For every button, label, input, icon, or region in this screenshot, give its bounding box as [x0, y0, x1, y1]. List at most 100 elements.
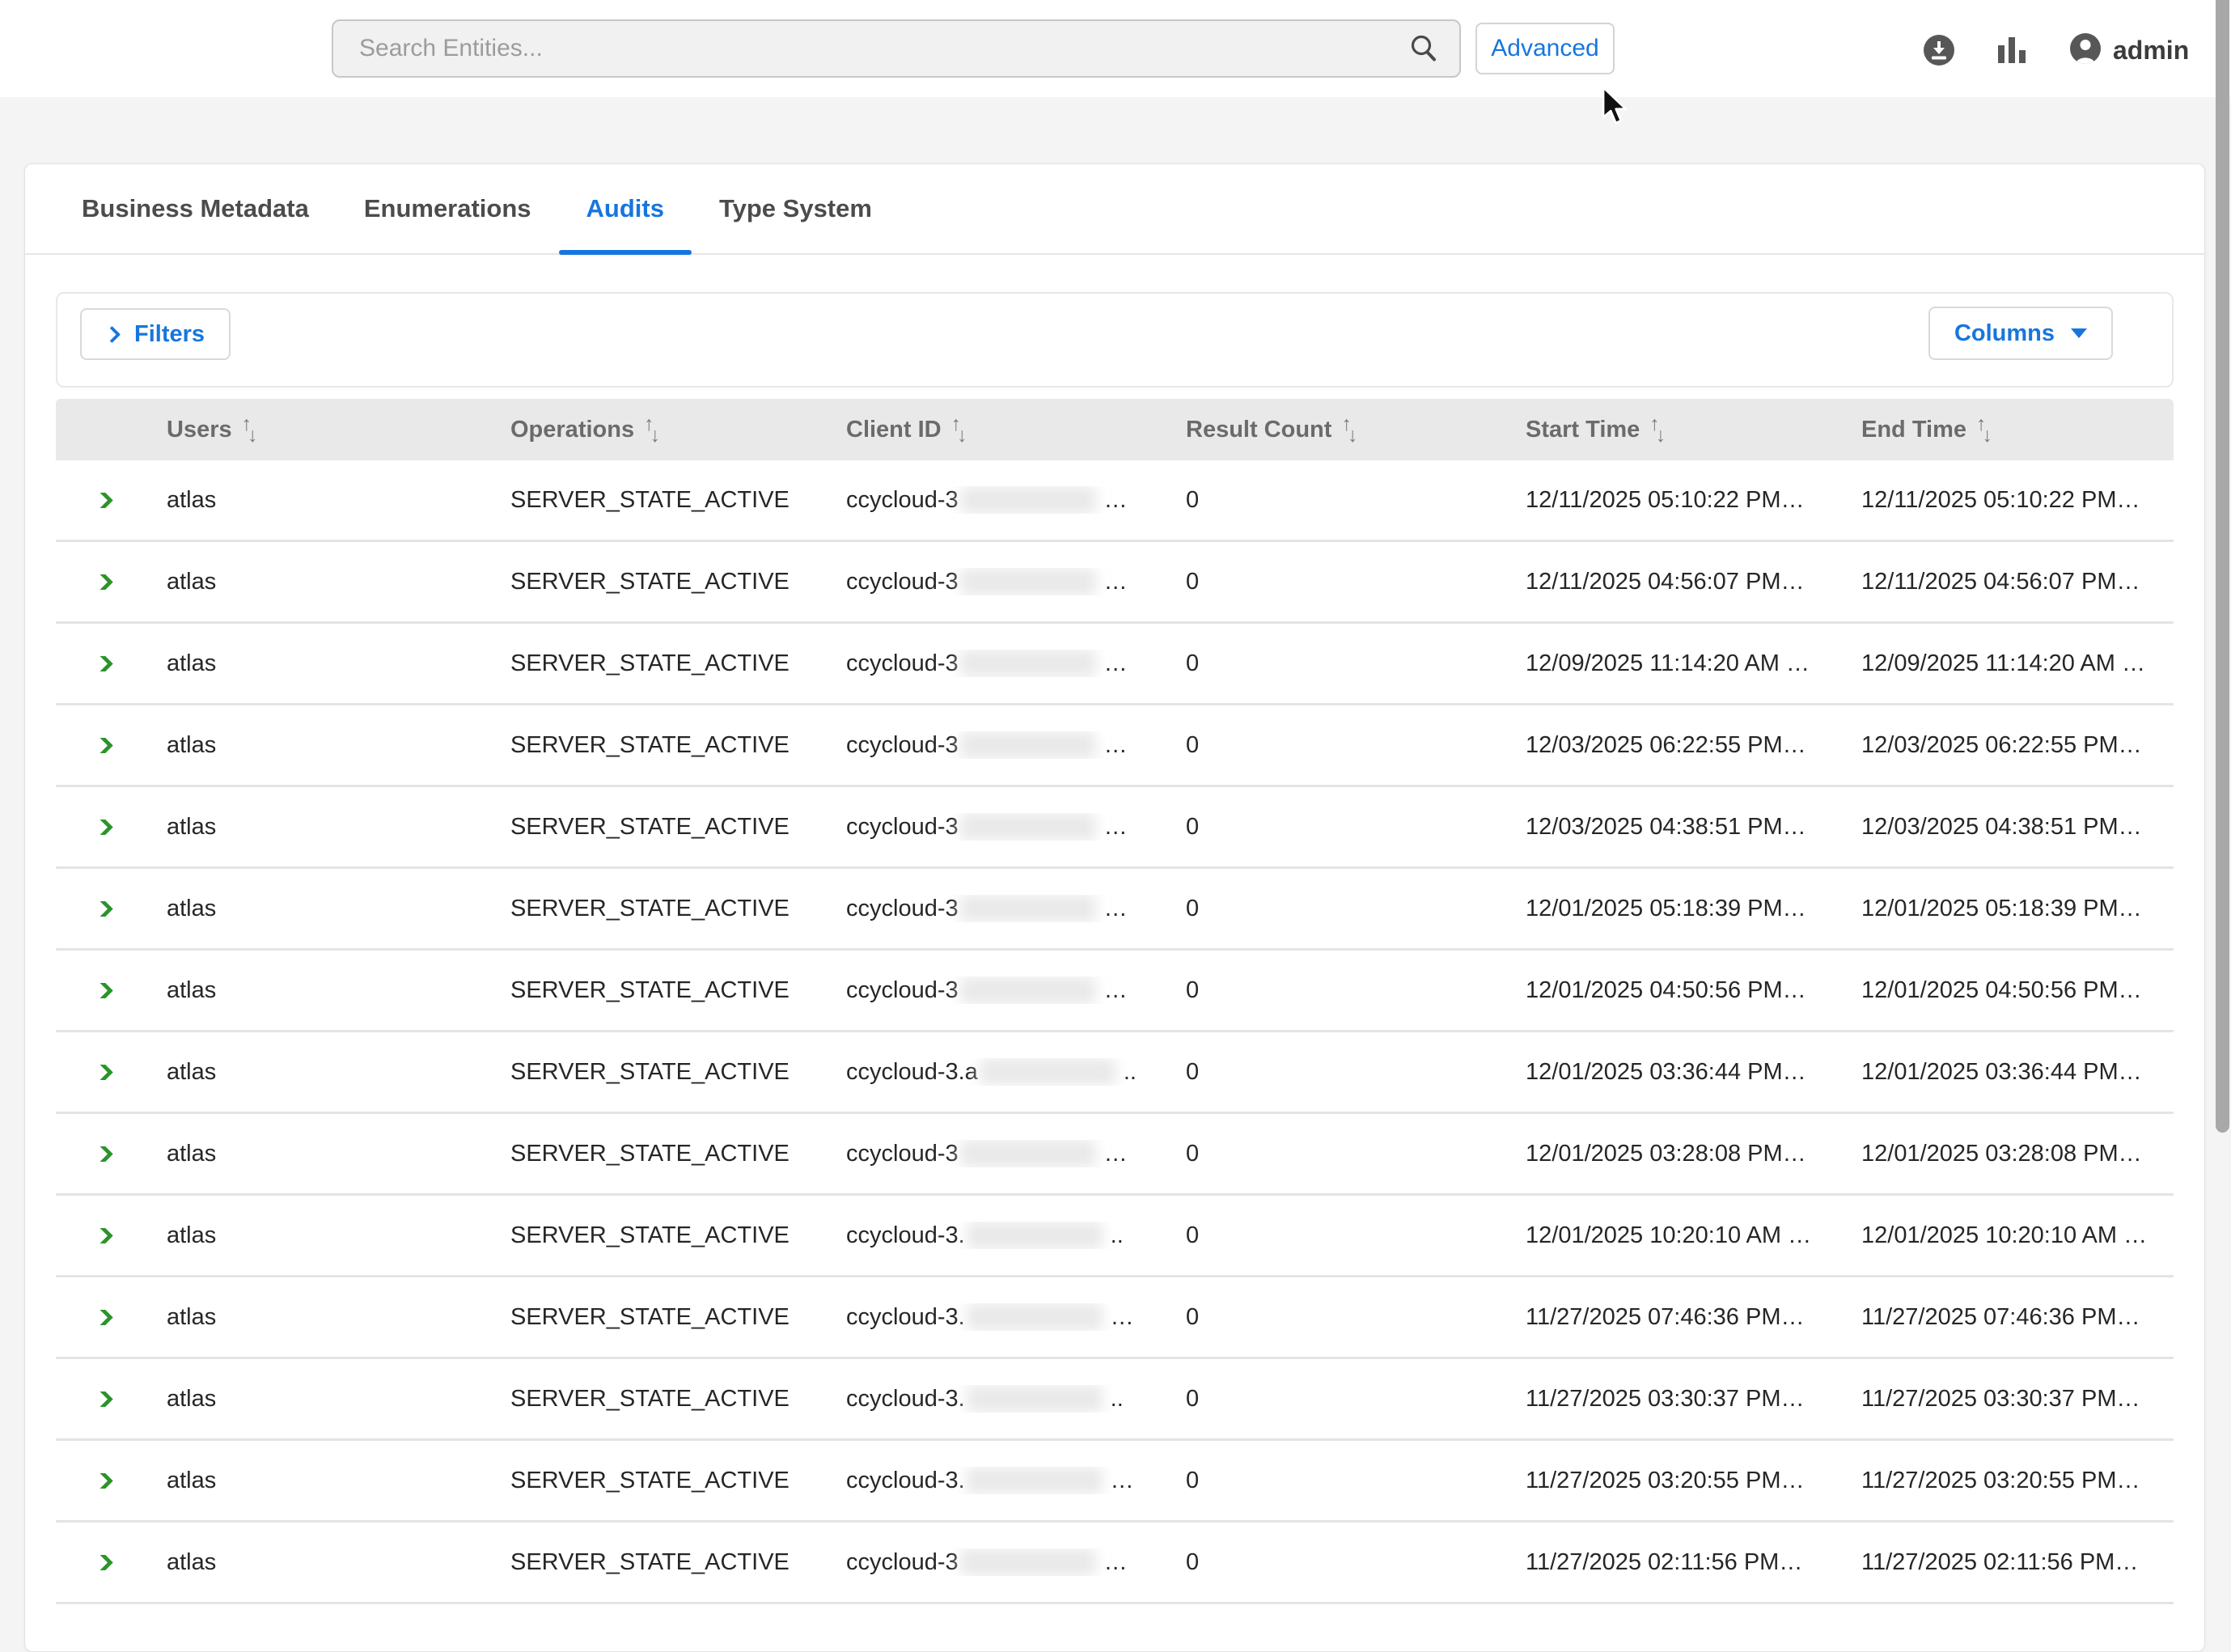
table-row[interactable]: atlas SERVER_STATE_ACTIVE ccycloud-3… 0 …: [56, 542, 2174, 624]
tab-audits[interactable]: Audits: [559, 164, 692, 253]
tab-enumerations[interactable]: Enumerations: [337, 164, 559, 253]
cell-start-time: 11/27/2025 02:11:56 PM…: [1508, 1549, 1844, 1576]
table-row[interactable]: atlas SERVER_STATE_ACTIVE ccycloud-3… 0 …: [56, 1114, 2174, 1196]
sort-icon[interactable]: ↑↓: [242, 418, 258, 442]
sort-icon[interactable]: ↑↓: [644, 418, 660, 442]
admin-panel-card: Business Metadata Enumerations Audits Ty…: [24, 163, 2205, 1652]
cell-user: atlas: [149, 1222, 493, 1249]
cell-operation: SERVER_STATE_ACTIVE: [493, 1468, 828, 1494]
cell-client-id: ccycloud-3…: [828, 731, 1168, 759]
cell-client-id: ccycloud-3…: [828, 813, 1168, 841]
user-menu[interactable]: admin: [2069, 34, 2189, 66]
cell-result-count: 0: [1168, 1468, 1508, 1494]
download-icon[interactable]: [1923, 34, 1955, 66]
expand-row-chevron-icon[interactable]: [91, 1146, 113, 1162]
table-row[interactable]: atlas SERVER_STATE_ACTIVE ccycloud-3… 0 …: [56, 951, 2174, 1032]
search-input[interactable]: [358, 34, 1398, 63]
cell-start-time: 12/09/2025 11:14:20 AM …: [1508, 650, 1844, 677]
column-label: Operations: [510, 417, 634, 443]
table-row[interactable]: atlas SERVER_STATE_ACTIVE ccycloud-3… 0 …: [56, 460, 2174, 542]
column-header-result-count[interactable]: Result Count ↑↓: [1168, 417, 1508, 443]
table-row[interactable]: atlas SERVER_STATE_ACTIVE ccycloud-3… 0 …: [56, 1523, 2174, 1604]
chevron-right-icon: [104, 325, 121, 342]
expand-row-chevron-icon[interactable]: [91, 1228, 113, 1243]
expand-row-chevron-icon[interactable]: [91, 738, 113, 753]
table-row[interactable]: atlas SERVER_STATE_ACTIVE ccycloud-3… 0 …: [56, 624, 2174, 705]
cell-start-time: 12/01/2025 03:36:44 PM…: [1508, 1059, 1844, 1086]
column-header-client-id[interactable]: Client ID ↑↓: [828, 417, 1168, 443]
sort-icon[interactable]: ↑↓: [1976, 418, 1992, 442]
advanced-search-button[interactable]: Advanced: [1475, 23, 1615, 74]
sort-icon[interactable]: ↑↓: [951, 418, 967, 442]
cell-client-id: ccycloud-3…: [828, 1548, 1168, 1576]
cell-start-time: 11/27/2025 07:46:36 PM…: [1508, 1304, 1844, 1331]
table-row[interactable]: atlas SERVER_STATE_ACTIVE ccycloud-3.a..…: [56, 1032, 2174, 1114]
cell-end-time: 12/11/2025 05:10:22 PM…: [1844, 487, 2174, 514]
cell-client-id: ccycloud-3…: [828, 976, 1168, 1004]
table-row[interactable]: atlas SERVER_STATE_ACTIVE ccycloud-3.… 0…: [56, 1277, 2174, 1359]
expand-row-chevron-icon[interactable]: [91, 656, 113, 671]
cell-operation: SERVER_STATE_ACTIVE: [493, 977, 828, 1004]
cell-end-time: 12/01/2025 05:18:39 PM…: [1844, 896, 2174, 922]
sort-icon[interactable]: ↑↓: [1341, 418, 1357, 442]
table-row[interactable]: atlas SERVER_STATE_ACTIVE ccycloud-3… 0 …: [56, 787, 2174, 869]
cell-start-time: 12/01/2025 10:20:10 AM …: [1508, 1222, 1844, 1249]
expand-row-chevron-icon[interactable]: [91, 1310, 113, 1325]
cell-result-count: 0: [1168, 1059, 1508, 1086]
entity-search-box[interactable]: [332, 19, 1461, 78]
cell-user: atlas: [149, 569, 493, 595]
cell-user: atlas: [149, 1549, 493, 1576]
table-row[interactable]: atlas SERVER_STATE_ACTIVE ccycloud-3.… 0…: [56, 1441, 2174, 1523]
vertical-scrollbar[interactable]: [2216, 0, 2229, 1133]
cell-operation: SERVER_STATE_ACTIVE: [493, 1059, 828, 1086]
cell-user: atlas: [149, 1141, 493, 1167]
table-row[interactable]: atlas SERVER_STATE_ACTIVE ccycloud-3... …: [56, 1359, 2174, 1441]
column-header-users[interactable]: Users↑↓: [149, 417, 493, 443]
cell-end-time: 12/01/2025 04:50:56 PM…: [1844, 977, 2174, 1004]
tab-type-system[interactable]: Type System: [692, 164, 900, 253]
cell-operation: SERVER_STATE_ACTIVE: [493, 1386, 828, 1413]
table-row[interactable]: atlas SERVER_STATE_ACTIVE ccycloud-3… 0 …: [56, 705, 2174, 787]
expand-row-chevron-icon[interactable]: [91, 901, 113, 917]
expand-row-chevron-icon[interactable]: [91, 1555, 113, 1570]
cell-client-id: ccycloud-3…: [828, 486, 1168, 514]
cell-end-time: 11/27/2025 02:11:56 PM…: [1844, 1549, 2174, 1576]
column-label: Client ID: [846, 417, 942, 443]
expand-row-chevron-icon[interactable]: [91, 574, 113, 590]
expand-row-chevron-icon[interactable]: [91, 983, 113, 998]
redacted-client-id: [960, 731, 1096, 759]
expand-row-chevron-icon[interactable]: [91, 1065, 113, 1080]
expand-row-chevron-icon[interactable]: [91, 1391, 113, 1407]
cell-result-count: 0: [1168, 1549, 1508, 1576]
cell-operation: SERVER_STATE_ACTIVE: [493, 814, 828, 841]
columns-button[interactable]: Columns: [1928, 307, 2113, 360]
cell-end-time: 12/09/2025 11:14:20 AM …: [1844, 650, 2174, 677]
caret-down-icon: [2071, 328, 2087, 338]
bar-chart-icon[interactable]: [1998, 37, 2026, 63]
table-row[interactable]: atlas SERVER_STATE_ACTIVE ccycloud-3… 0 …: [56, 869, 2174, 951]
redacted-client-id: [967, 1467, 1103, 1494]
table-row[interactable]: atlas SERVER_STATE_ACTIVE ccycloud-3... …: [56, 1196, 2174, 1277]
column-label: Result Count: [1186, 417, 1331, 443]
sort-icon[interactable]: ↑↓: [1649, 418, 1666, 442]
search-icon[interactable]: [1408, 32, 1440, 65]
expand-row-chevron-icon[interactable]: [91, 1473, 113, 1489]
cell-user: atlas: [149, 487, 493, 514]
column-header-start-time[interactable]: Start Time↑↓: [1508, 417, 1844, 443]
cell-end-time: 11/27/2025 07:46:36 PM…: [1844, 1304, 2174, 1331]
cell-start-time: 11/27/2025 03:30:37 PM…: [1508, 1386, 1844, 1413]
column-header-end-time[interactable]: End Time↑↓: [1844, 417, 2174, 443]
expand-row-chevron-icon[interactable]: [91, 493, 113, 508]
cell-end-time: 11/27/2025 03:30:37 PM…: [1844, 1386, 2174, 1413]
columns-label: Columns: [1954, 320, 2055, 347]
cell-client-id: ccycloud-3.…: [828, 1303, 1168, 1331]
expand-row-chevron-icon[interactable]: [91, 820, 113, 835]
filters-button[interactable]: Filters: [80, 308, 231, 360]
column-header-operations[interactable]: Operations ↑↓: [493, 417, 828, 443]
cell-operation: SERVER_STATE_ACTIVE: [493, 1549, 828, 1576]
cell-user: atlas: [149, 1468, 493, 1494]
tab-business-metadata[interactable]: Business Metadata: [54, 164, 337, 253]
page-background: Business Metadata Enumerations Audits Ty…: [0, 97, 2231, 1550]
cell-client-id: ccycloud-3…: [828, 650, 1168, 677]
cell-operation: SERVER_STATE_ACTIVE: [493, 1141, 828, 1167]
